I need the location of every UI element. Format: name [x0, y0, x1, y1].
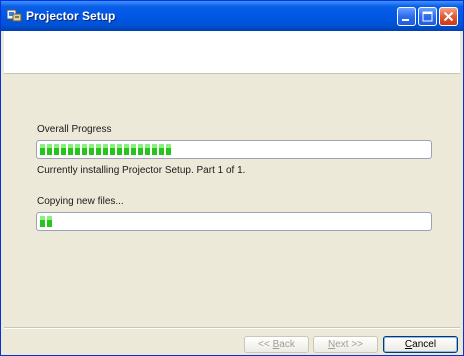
title-bar[interactable]: Projector Setup	[1, 1, 463, 31]
setup-window: Projector Setup Overall Progress Current…	[0, 0, 464, 356]
back-label-prefix: <<	[258, 339, 273, 350]
file-progress-fill	[40, 216, 54, 227]
footer-divider-highlight	[4, 328, 460, 329]
header-panel	[4, 31, 460, 73]
back-label-suffix: ack	[279, 339, 295, 350]
install-status-text: Currently installing Projector Setup. Pa…	[37, 165, 246, 176]
cancel-label-suffix: ancel	[412, 339, 437, 350]
installer-icon	[7, 9, 22, 22]
close-icon	[443, 11, 454, 22]
overall-progress-bar	[36, 140, 432, 159]
overall-progress-label: Overall Progress	[37, 124, 112, 135]
file-progress-bar	[36, 212, 432, 231]
back-button[interactable]: << Back	[244, 336, 309, 353]
cancel-button[interactable]: Cancel	[383, 336, 458, 353]
next-button[interactable]: Next >>	[313, 336, 378, 353]
next-label-suffix: ext >>	[335, 339, 364, 350]
copying-files-label: Copying new files...	[37, 196, 124, 207]
minimize-icon	[402, 19, 409, 21]
close-button[interactable]	[439, 7, 458, 26]
maximize-button[interactable]	[418, 7, 437, 26]
minimize-button[interactable]	[397, 7, 416, 26]
maximize-icon	[422, 11, 433, 22]
window-title: Projector Setup	[26, 9, 116, 23]
overall-progress-fill	[40, 144, 173, 155]
header-divider	[4, 73, 460, 74]
